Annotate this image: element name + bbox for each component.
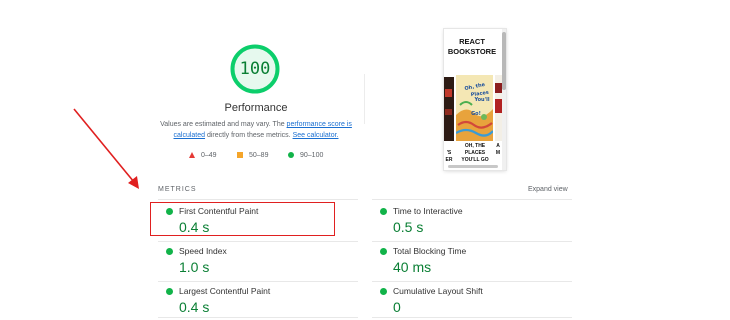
pass-circle-icon (288, 152, 294, 158)
description-text-mid: directly from these metrics. (205, 132, 293, 139)
screenshot-title-line1: REACT (459, 37, 485, 46)
metric-cumulative-layout-shift: Cumulative Layout Shift 0 (372, 283, 572, 319)
annotation-highlight-box (150, 202, 335, 236)
divider (372, 199, 572, 200)
metric-value: 0.4 s (179, 299, 210, 315)
performance-title: Performance (224, 102, 288, 114)
legend-pass: 90–100 (288, 149, 323, 161)
metric-value: 0 (393, 299, 401, 315)
screenshot-title: REACT BOOKSTORE (444, 37, 500, 57)
center-book-caption: OH, THE PLACES YOU'LL GO (461, 143, 489, 163)
metric-label: Total Blocking Time (393, 246, 467, 256)
svg-text:You'll: You'll (473, 97, 489, 103)
metric-label: Cumulative Layout Shift (393, 286, 483, 296)
svg-text:Go!: Go! (471, 111, 481, 117)
divider (158, 241, 358, 242)
right-book-caption: AM (495, 143, 501, 156)
scrollbar-thumb[interactable] (502, 32, 506, 90)
center-book-cover: Oh, the Places You'll Go! (456, 75, 493, 141)
metric-label: Largest Contentful Paint (179, 286, 271, 296)
performance-score-link[interactable]: performance score is (287, 121, 352, 128)
divider (158, 199, 358, 200)
fail-triangle-icon (189, 152, 195, 158)
left-book-cover (444, 77, 454, 141)
annotation-arrow (73, 108, 139, 189)
right-book-cover (495, 75, 502, 141)
pass-circle-icon (166, 248, 173, 255)
pass-circle-icon (380, 248, 387, 255)
see-calculator-link[interactable]: See calculator. (293, 132, 339, 139)
screenshot-scrollbar[interactable] (502, 29, 506, 170)
metric-label: Time to Interactive (393, 206, 463, 216)
legend-pass-label: 90–100 (300, 151, 324, 159)
divider (158, 317, 358, 318)
metric-value: 1.0 s (179, 259, 210, 275)
screenshot-title-line2: BOOKSTORE (447, 47, 497, 56)
divider (372, 281, 572, 282)
pass-circle-icon (380, 288, 387, 295)
divider (372, 317, 572, 318)
vertical-divider (364, 74, 365, 124)
metric-value: 40 ms (393, 259, 432, 275)
pass-circle-icon (166, 288, 173, 295)
metric-time-to-interactive: Time to Interactive 0.5 s (372, 203, 572, 239)
legend-fail-label: 0–49 (201, 151, 217, 159)
legend-fail: 0–49 (189, 149, 217, 161)
performance-score: 100 (239, 59, 271, 79)
pass-circle-icon (380, 208, 387, 215)
divider (372, 241, 572, 242)
metric-largest-contentful-paint: Largest Contentful Paint 0.4 s (158, 283, 358, 319)
metric-total-blocking-time: Total Blocking Time 40 ms (372, 243, 572, 279)
description-text: Values are estimated and may vary. The (160, 121, 287, 128)
metric-speed-index: Speed Index 1.0 s (158, 243, 358, 279)
legend-average-label: 50–89 (249, 151, 269, 159)
final-screenshot[interactable]: REACT BOOKSTORE 'S ER Oh, the Places You'… (444, 29, 506, 170)
performance-description: Values are estimated and may vary. The p… (156, 119, 356, 141)
divider (158, 281, 358, 282)
left-book-caption: 'S ER (445, 150, 453, 163)
average-square-icon (237, 152, 243, 158)
legend-average: 50–89 (237, 149, 268, 161)
metric-label: Speed Index (179, 246, 227, 256)
metrics-header: METRICS (158, 186, 197, 193)
metric-value: 0.5 s (393, 219, 424, 235)
screenshot-horizontal-scrollbar[interactable] (448, 165, 498, 168)
performance-score-link-line2[interactable]: calculated (174, 132, 206, 139)
expand-view-toggle[interactable]: Expand view (528, 186, 568, 193)
